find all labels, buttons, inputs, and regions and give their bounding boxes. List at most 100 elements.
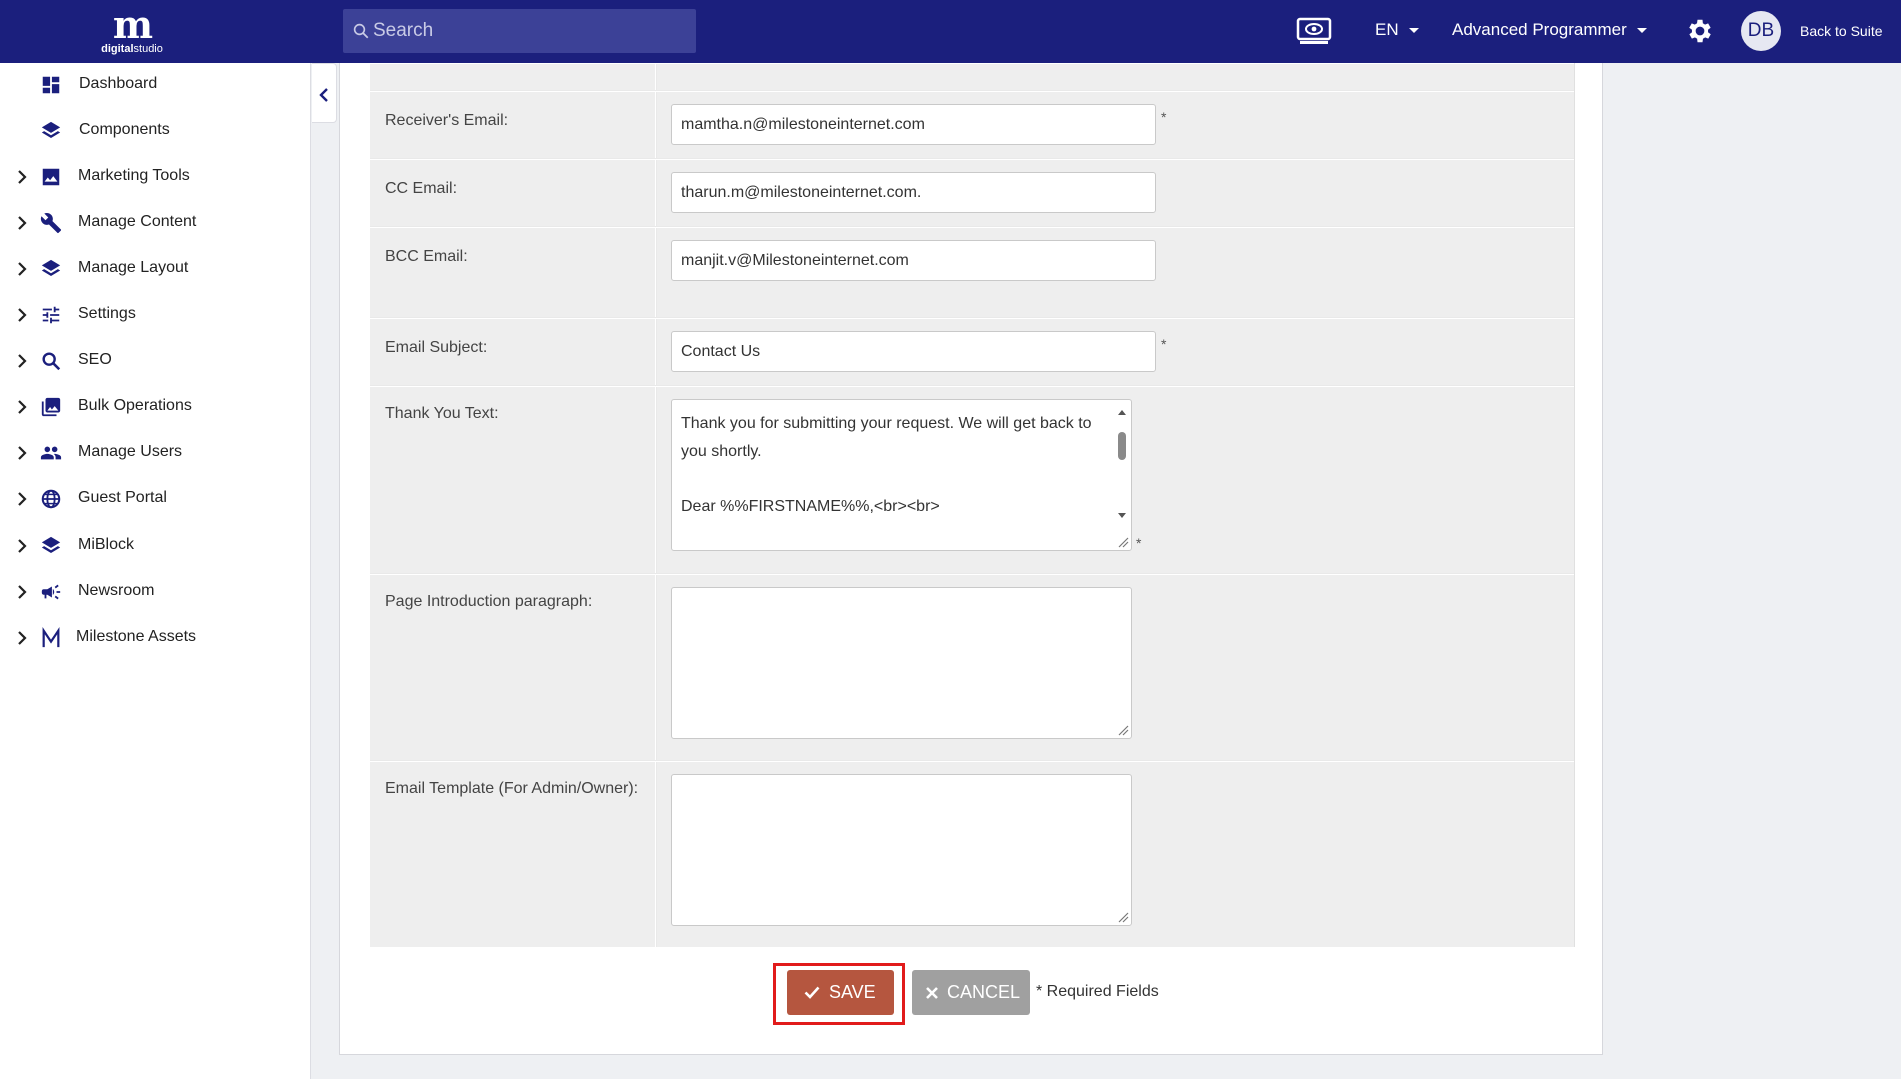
receiver-email-label: Receiver's Email: (385, 112, 509, 129)
sidebar-item-dashboard[interactable]: Dashboard (0, 64, 310, 104)
cancel-button-label: CANCEL (947, 982, 1021, 1002)
resize-grip-icon[interactable] (1117, 724, 1129, 736)
chevron-right-icon (18, 400, 27, 414)
form-row-page-intro: Page Introduction paragraph: (370, 574, 1574, 760)
sidebar-item-label: Dashboard (79, 75, 158, 92)
form-row-email-template: Email Template (For Admin/Owner): (370, 761, 1574, 947)
thank-you-text-area[interactable]: Thank you for submitting your request. W… (671, 399, 1132, 551)
form-row-top (370, 63, 1574, 90)
chevron-right-icon (18, 585, 27, 599)
chevron-right-icon (18, 354, 27, 368)
cc-email-label: CC Email: (385, 180, 458, 197)
sidebar-item-label: MiBlock (78, 536, 135, 553)
gear-icon[interactable] (1685, 16, 1715, 46)
cancel-button[interactable]: CANCEL (912, 970, 1030, 1015)
sidebar-item-label: Bulk Operations (78, 397, 192, 414)
sidebar-item-manage-layout[interactable]: Manage Layout (0, 248, 310, 288)
sidebar: Dashboard Components Marketing Tools Man… (0, 63, 311, 1079)
image-icon (42, 168, 60, 186)
required-asterisk: * (1161, 109, 1167, 125)
form-row-email-subject: Email Subject: * (370, 318, 1574, 385)
search-icon (353, 23, 369, 39)
email-template-label: Email Template (For Admin/Owner): (385, 780, 639, 797)
language-dropdown[interactable]: EN (1375, 20, 1419, 40)
bcc-email-label: BCC Email: (385, 248, 468, 265)
sidebar-item-label: Manage Content (78, 213, 197, 230)
form-row-cc-email: CC Email: (370, 159, 1574, 226)
milestone-logo-icon (42, 627, 60, 648)
search-icon (42, 352, 61, 371)
sidebar-item-components[interactable]: Components (0, 110, 310, 150)
layers-icon (41, 259, 61, 277)
layers-icon (41, 121, 61, 139)
sidebar-item-marketing-tools[interactable]: Marketing Tools (0, 156, 310, 196)
email-template-textarea[interactable] (671, 774, 1132, 926)
caret-down-icon (1636, 28, 1647, 34)
chevron-right-icon (18, 446, 27, 460)
sidebar-item-label: Newsroom (78, 582, 155, 599)
photo-library-icon (41, 397, 61, 417)
chevron-right-icon (18, 492, 27, 506)
megaphone-icon (41, 584, 61, 600)
chevron-right-icon (18, 539, 27, 553)
sidebar-item-label: Guest Portal (78, 489, 167, 506)
logo-wordmark: digitalstudio (101, 43, 163, 55)
resize-grip-icon[interactable] (1117, 536, 1129, 548)
sidebar-item-guest-portal[interactable]: Guest Portal (0, 478, 310, 518)
caret-down-icon (1408, 28, 1419, 34)
required-asterisk: * (1136, 535, 1142, 551)
page-intro-label: Page Introduction paragraph: (385, 593, 593, 610)
role-dropdown[interactable]: Advanced Programmer (1452, 20, 1647, 40)
vertical-scrollbar[interactable] (1115, 403, 1129, 525)
form-row-thank-you-text: Thank You Text: Thank you for submitting… (370, 386, 1574, 573)
dashboard-icon (42, 76, 60, 94)
sidebar-item-milestone-assets[interactable]: Milestone Assets (0, 617, 310, 657)
sidebar-item-seo[interactable]: SEO (0, 340, 310, 380)
thank-you-text-label: Thank You Text: (385, 405, 499, 422)
resize-grip-icon[interactable] (1117, 911, 1129, 923)
sidebar-item-label: Marketing Tools (78, 167, 190, 184)
required-fields-note: * Required Fields (1036, 983, 1159, 1000)
chevron-right-icon (18, 262, 27, 276)
save-button[interactable]: SAVE (787, 970, 894, 1015)
preview-screen-icon[interactable] (1296, 17, 1332, 45)
sidebar-item-newsroom[interactable]: Newsroom (0, 571, 310, 611)
form-settings-table: Receiver's Email: * CC Email: BCC Email:… (370, 63, 1575, 947)
chevron-left-icon (319, 88, 328, 102)
chevron-right-icon (18, 170, 27, 184)
sidebar-item-label: Settings (78, 305, 136, 322)
sidebar-item-label: SEO (78, 351, 112, 368)
sidebar-item-label: Manage Layout (78, 259, 189, 276)
chevron-right-icon (18, 631, 27, 645)
sidebar-item-label: Manage Users (78, 443, 183, 460)
back-to-suite-link[interactable]: Back to Suite (1800, 23, 1883, 39)
search-input[interactable] (373, 9, 688, 53)
chevron-right-icon (18, 216, 27, 230)
globe-icon (41, 489, 61, 509)
receiver-email-field[interactable] (671, 104, 1156, 145)
sidebar-item-manage-content[interactable]: Manage Content (0, 202, 310, 242)
sidebar-item-miblock[interactable]: MiBlock (0, 525, 310, 565)
sidebar-item-manage-users[interactable]: Manage Users (0, 432, 310, 472)
cc-email-field[interactable] (671, 172, 1156, 213)
search-box[interactable] (343, 9, 696, 53)
sidebar-item-settings[interactable]: Settings (0, 294, 310, 334)
close-icon (926, 987, 938, 999)
form-row-receiver-email: Receiver's Email: * (370, 91, 1574, 158)
page-intro-textarea[interactable] (671, 587, 1132, 739)
sidebar-item-label: Milestone Assets (76, 628, 197, 645)
check-icon (804, 986, 820, 999)
email-subject-field[interactable] (671, 331, 1156, 372)
layers-icon (41, 536, 61, 554)
digital-studio-logo[interactable]: m digitalstudio (92, 6, 172, 58)
sliders-icon (42, 306, 60, 324)
sidebar-collapse-toggle[interactable] (312, 63, 337, 123)
user-avatar[interactable]: DB (1741, 11, 1781, 51)
sidebar-item-bulk-operations[interactable]: Bulk Operations (0, 386, 310, 426)
required-asterisk: * (1161, 336, 1167, 352)
thank-you-text-line: Thank you for submitting your request. W… (681, 415, 1092, 460)
people-icon (40, 446, 62, 460)
email-subject-label: Email Subject: (385, 339, 488, 356)
bcc-email-field[interactable] (671, 240, 1156, 281)
wrench-icon (40, 213, 62, 234)
